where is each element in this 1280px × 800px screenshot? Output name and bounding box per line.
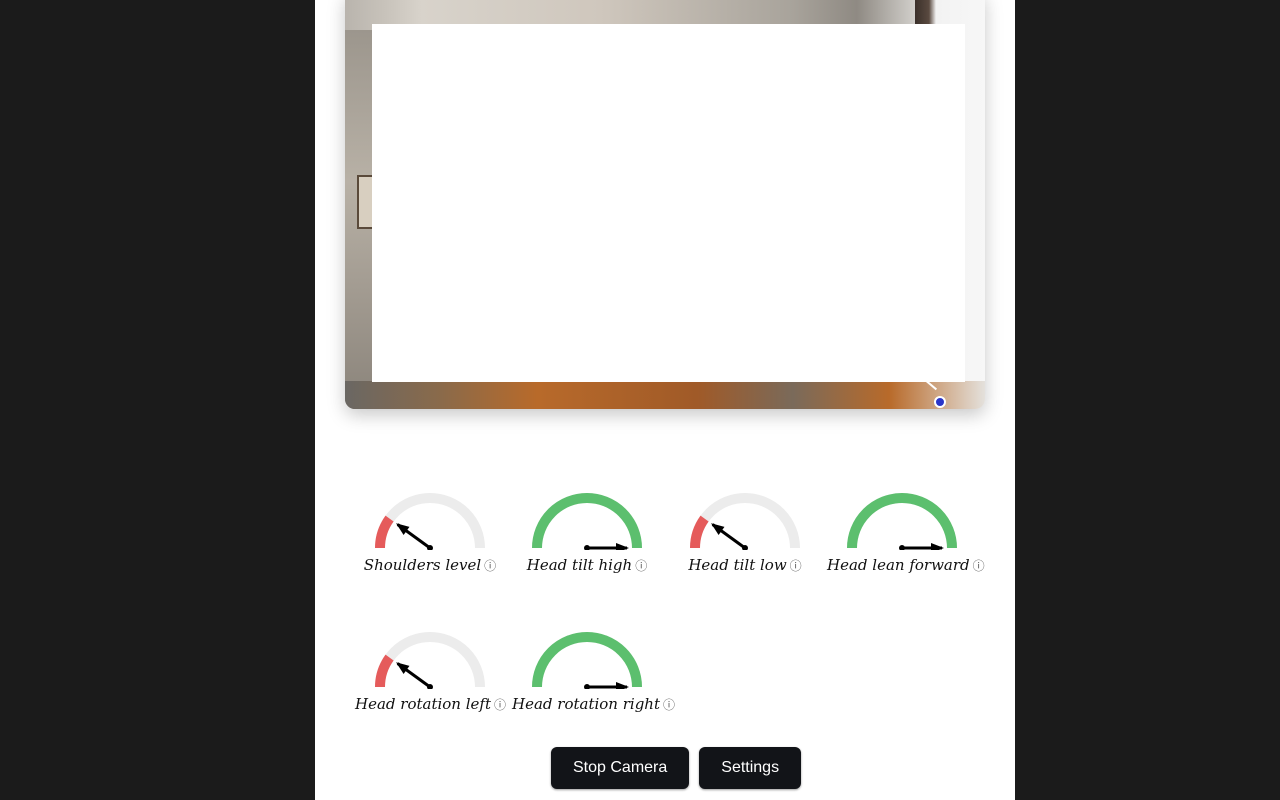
gauge-label-row: Head lean forward ⓘ [827, 556, 985, 574]
camera-feed [345, 0, 985, 409]
gauge-value-arc [847, 493, 957, 549]
gauge-shoulders-level: Shoulders level ⓘ [355, 490, 505, 585]
controls: Stop Camera Settings [551, 747, 802, 789]
gauge-label-row: Head tilt low ⓘ [670, 556, 820, 574]
gauge-track [532, 493, 642, 549]
gauge-track [375, 493, 485, 549]
gauge-value-arc [690, 515, 709, 549]
gauge-label: Head tilt high [526, 556, 633, 574]
gauge-dial [690, 493, 800, 550]
camera-background-person [345, 381, 985, 409]
gauge-head-rotation-right: Head rotation right ⓘ [512, 629, 675, 724]
info-icon[interactable]: ⓘ [635, 559, 647, 573]
gauge-track [375, 632, 485, 688]
gauge-value-arc [532, 632, 642, 688]
info-icon[interactable]: ⓘ [790, 559, 802, 573]
gauge-dial [375, 632, 485, 689]
gauge-pivot [899, 545, 905, 550]
gauge-needle-arrow [931, 543, 944, 550]
gauge-label: Head lean forward [827, 556, 970, 574]
gauge-pivot [584, 684, 590, 689]
gauge-track [690, 493, 800, 549]
gauge-label: Head tilt low [688, 556, 787, 574]
pose-overlay-canvas [372, 24, 965, 382]
gauge-head-tilt-low: Head tilt low ⓘ [670, 490, 820, 585]
main-panel: Shoulders level ⓘ Head tilt high ⓘ Head ti… [315, 0, 1015, 800]
info-icon[interactable]: ⓘ [663, 698, 675, 712]
settings-button[interactable]: Settings [699, 747, 802, 789]
gauge-value-arc [532, 493, 642, 549]
stop-camera-button[interactable]: Stop Camera [551, 747, 690, 789]
gauge-head-tilt-high: Head tilt high ⓘ [512, 490, 662, 585]
gauge-pivot [584, 545, 590, 550]
gauge-needle-arrow [616, 543, 629, 550]
gauge-label-row: Head rotation right ⓘ [512, 695, 675, 713]
gauge-head-lean-forward: Head lean forward ⓘ [827, 490, 985, 585]
info-icon[interactable]: ⓘ [973, 559, 985, 573]
gauge-value-arc [375, 515, 394, 549]
gauge-head-rotation-left: Head rotation left ⓘ [355, 629, 506, 724]
gauge-value-arc [375, 654, 394, 688]
gauge-dial [532, 493, 642, 550]
gauge-label: Shoulders level [363, 556, 482, 574]
gauge-label: Head rotation left [355, 695, 491, 713]
gauge-dial [375, 493, 485, 550]
gauge-track [532, 632, 642, 688]
gauge-label-row: Head rotation left ⓘ [355, 695, 506, 713]
info-icon[interactable]: ⓘ [494, 698, 506, 712]
gauge-needle-arrow [616, 682, 629, 689]
gauge-dial [847, 493, 957, 550]
pose-landmark-dot [934, 396, 946, 408]
gauge-label: Head rotation right [512, 695, 660, 713]
info-icon[interactable]: ⓘ [484, 559, 496, 573]
gauge-label-row: Shoulders level ⓘ [355, 556, 505, 574]
gauge-label-row: Head tilt high ⓘ [512, 556, 662, 574]
gauge-track [847, 493, 957, 549]
gauge-dial [532, 632, 642, 689]
